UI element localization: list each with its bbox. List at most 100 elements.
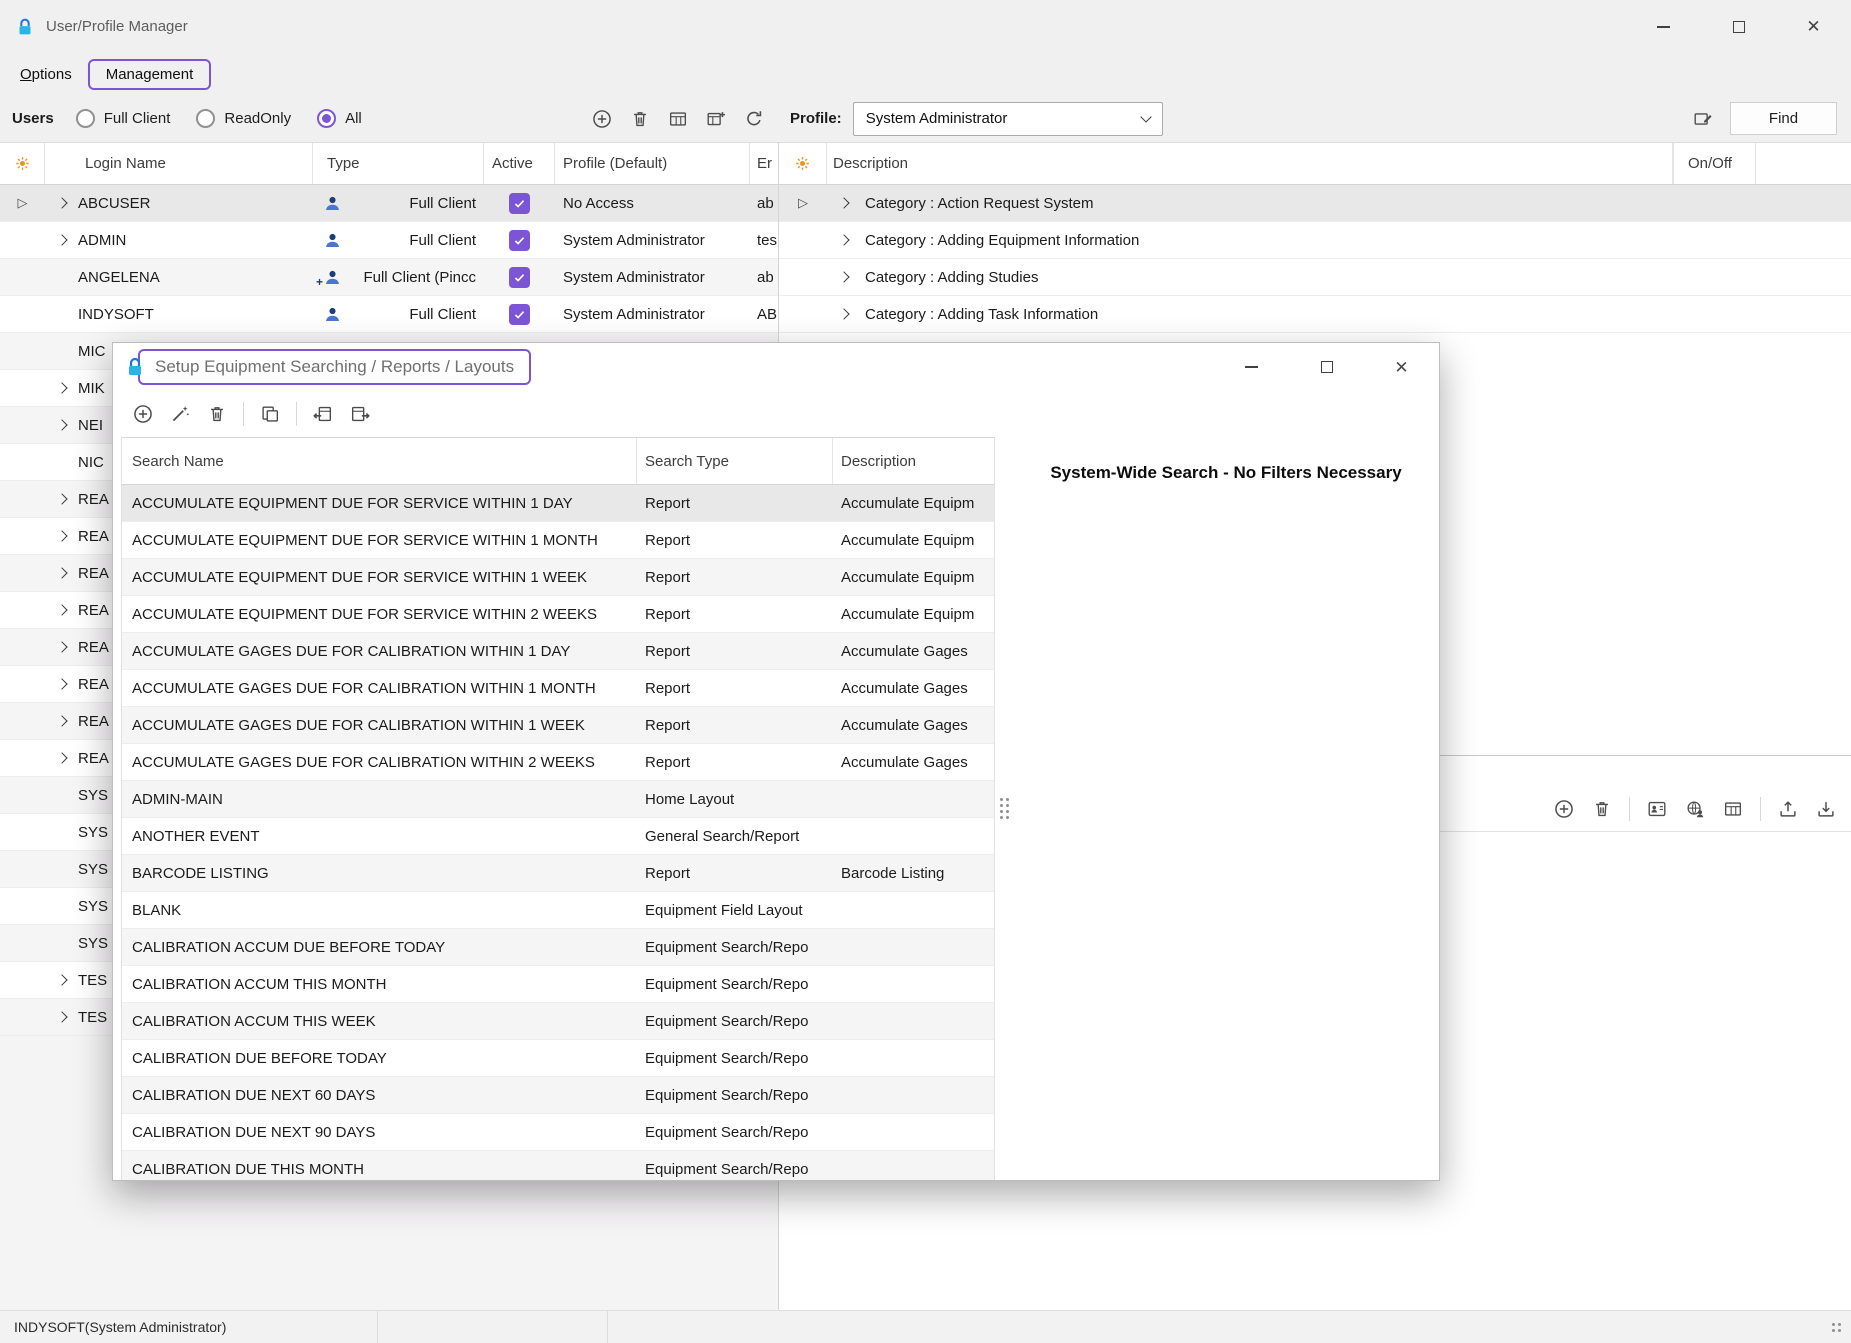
column-header-email[interactable]: Er (750, 143, 778, 184)
import-button[interactable] (1815, 798, 1837, 820)
expand-row-icon[interactable] (56, 974, 67, 985)
expand-row-icon[interactable] (838, 234, 849, 245)
search-row[interactable]: ACCUMULATE EQUIPMENT DUE FOR SERVICE WIT… (122, 485, 994, 522)
delete-permission-button[interactable] (1591, 798, 1613, 820)
resize-grip[interactable] (1821, 1311, 1851, 1343)
column-header-active[interactable]: Active (484, 143, 555, 184)
category-row[interactable]: ▷ Category : Adding Studies (779, 259, 1851, 296)
column-header-search-name[interactable]: Search Name (122, 438, 637, 484)
find-button[interactable]: Find (1730, 102, 1837, 135)
modify-search-button[interactable] (169, 403, 191, 425)
category-row[interactable]: ▷ Category : Adding Task Information (779, 296, 1851, 333)
column-header-type[interactable]: Type (313, 143, 484, 184)
column-header-description[interactable]: Description (827, 143, 1673, 184)
expand-row-icon[interactable] (56, 567, 67, 578)
grid-layout-button[interactable] (1722, 798, 1744, 820)
copy-search-button[interactable] (259, 403, 281, 425)
column-chooser-button[interactable] (667, 108, 689, 130)
dialog-maximize-button[interactable] (1289, 343, 1364, 391)
expand-row-icon[interactable] (838, 308, 849, 319)
expand-row-icon[interactable] (838, 197, 849, 208)
profile-dropdown[interactable]: System Administrator (853, 102, 1163, 136)
minimize-button[interactable] (1626, 0, 1701, 53)
expand-row-icon[interactable] (56, 752, 67, 763)
expand-row-icon[interactable] (56, 641, 67, 652)
user-card-button[interactable] (1646, 798, 1668, 820)
refresh-button[interactable] (743, 108, 765, 130)
search-row[interactable]: CALIBRATION ACCUM DUE BEFORE TODAY Equip… (122, 929, 994, 966)
radio-label: All (345, 110, 362, 127)
expand-row-icon[interactable] (56, 715, 67, 726)
search-row[interactable]: ACCUMULATE EQUIPMENT DUE FOR SERVICE WIT… (122, 522, 994, 559)
export-layout-button[interactable] (349, 403, 371, 425)
expand-row-icon[interactable] (56, 197, 67, 208)
column-header-profile-default[interactable]: Profile (Default) (555, 143, 750, 184)
radio-readonly[interactable]: ReadOnly (196, 109, 291, 128)
expand-row-icon[interactable] (56, 419, 67, 430)
search-row[interactable]: CALIBRATION ACCUM THIS WEEK Equipment Se… (122, 1003, 994, 1040)
expand-row-icon[interactable] (56, 1011, 67, 1022)
expand-row-icon[interactable] (56, 493, 67, 504)
active-checkbox[interactable] (509, 267, 530, 288)
search-row[interactable]: ANOTHER EVENT General Search/Report (122, 818, 994, 855)
search-row[interactable]: ADMIN-MAIN Home Layout (122, 781, 994, 818)
import-layout-button[interactable] (312, 403, 334, 425)
menu-options[interactable]: Options (10, 61, 82, 88)
search-row[interactable]: CALIBRATION DUE NEXT 60 DAYS Equipment S… (122, 1077, 994, 1114)
maximize-button[interactable] (1701, 0, 1776, 53)
user-row[interactable]: ▷ INDYSOFT + (0, 296, 778, 333)
search-row[interactable]: ACCUMULATE EQUIPMENT DUE FOR SERVICE WIT… (122, 596, 994, 633)
category-row[interactable]: ▷ Category : Adding Equipment Informatio… (779, 222, 1851, 259)
user-row[interactable]: ▷ ANGELENA + (0, 259, 778, 296)
edit-profile-button[interactable] (1692, 108, 1714, 130)
category-row[interactable]: ▷ Category : Action Request System (779, 185, 1851, 222)
column-header-onoff[interactable]: On/Off (1673, 143, 1756, 184)
radio-all[interactable]: All (317, 109, 362, 128)
expand-row-icon[interactable] (56, 382, 67, 393)
dialog-minimize-button[interactable] (1214, 343, 1289, 391)
customization-sun-icon[interactable] (13, 154, 32, 173)
user-row[interactable]: ▷ ABCUSER + (0, 185, 778, 222)
column-header-search-type[interactable]: Search Type (637, 438, 833, 484)
search-row[interactable]: CALIBRATION DUE THIS MONTH Equipment Sea… (122, 1151, 994, 1180)
search-row[interactable]: ACCUMULATE GAGES DUE FOR CALIBRATION WIT… (122, 670, 994, 707)
active-checkbox[interactable] (509, 193, 530, 214)
search-row[interactable]: ACCUMULATE EQUIPMENT DUE FOR SERVICE WIT… (122, 559, 994, 596)
delete-user-button[interactable] (629, 108, 651, 130)
search-row[interactable]: BLANK Equipment Field Layout (122, 892, 994, 929)
search-row[interactable]: ACCUMULATE GAGES DUE FOR CALIBRATION WIT… (122, 744, 994, 781)
expand-row-icon[interactable] (56, 234, 67, 245)
column-header-login-name[interactable]: Login Name (45, 143, 313, 184)
radio-full-client[interactable]: Full Client (76, 109, 171, 128)
delete-search-button[interactable] (206, 403, 228, 425)
menu-management[interactable]: Management (88, 59, 212, 90)
expand-row-icon[interactable] (838, 271, 849, 282)
dialog-close-button[interactable]: ✕ (1364, 343, 1439, 391)
column-header-description[interactable]: Description (833, 438, 994, 484)
add-search-button[interactable] (132, 403, 154, 425)
search-row[interactable]: CALIBRATION ACCUM THIS MONTH Equipment S… (122, 966, 994, 1003)
search-row[interactable]: ACCUMULATE GAGES DUE FOR CALIBRATION WIT… (122, 633, 994, 670)
radio-dot[interactable] (317, 109, 336, 128)
expand-row-icon[interactable] (56, 604, 67, 615)
active-checkbox[interactable] (509, 304, 530, 325)
search-row[interactable]: ACCUMULATE GAGES DUE FOR CALIBRATION WIT… (122, 707, 994, 744)
add-permission-button[interactable] (1553, 798, 1575, 820)
close-button[interactable]: ✕ (1776, 0, 1851, 53)
web-user-button[interactable] (1684, 798, 1706, 820)
search-row[interactable]: BARCODE LISTING Report Barcode Listing (122, 855, 994, 892)
customize-grid-button[interactable] (705, 108, 727, 130)
search-row[interactable]: CALIBRATION DUE NEXT 90 DAYS Equipment S… (122, 1114, 994, 1151)
export-button[interactable] (1777, 798, 1799, 820)
expand-row-icon[interactable] (56, 530, 67, 541)
search-name-value: ACCUMULATE GAGES DUE FOR CALIBRATION WIT… (122, 643, 637, 660)
radio-dot[interactable] (76, 109, 95, 128)
add-user-button[interactable] (591, 108, 613, 130)
search-row[interactable]: CALIBRATION DUE BEFORE TODAY Equipment S… (122, 1040, 994, 1077)
customization-sun-icon[interactable] (793, 154, 812, 173)
user-row[interactable]: ▷ ADMIN + (0, 222, 778, 259)
radio-dot[interactable] (196, 109, 215, 128)
pane-splitter[interactable] (995, 437, 1013, 1180)
active-checkbox[interactable] (509, 230, 530, 251)
expand-row-icon[interactable] (56, 678, 67, 689)
